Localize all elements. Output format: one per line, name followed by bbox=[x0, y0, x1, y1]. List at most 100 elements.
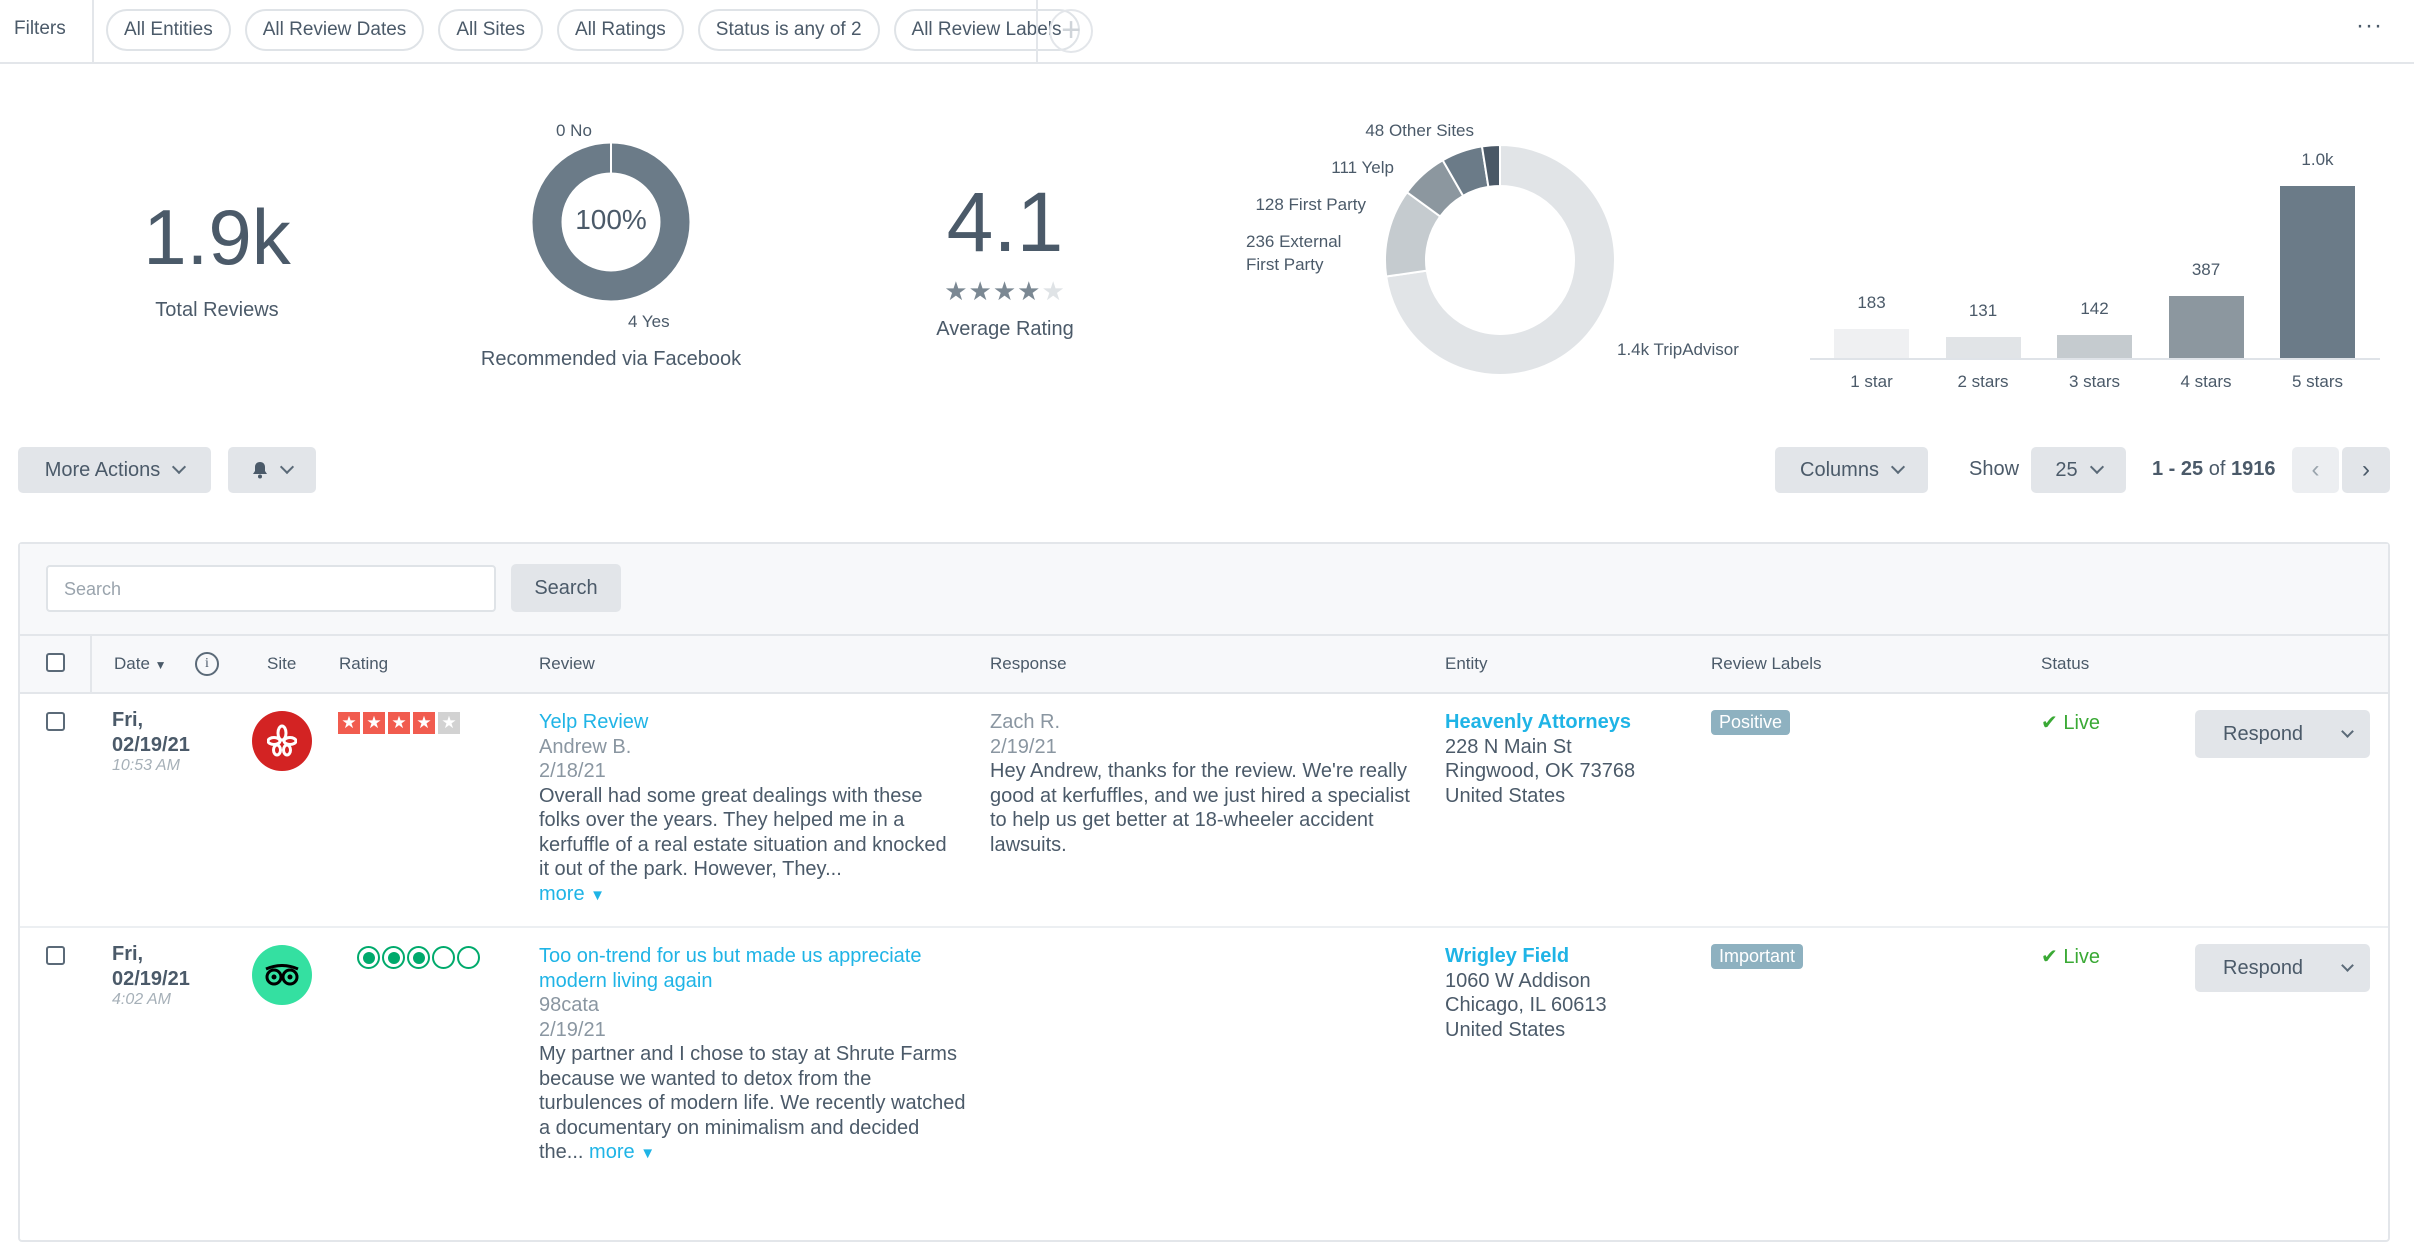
respond-label: Respond bbox=[2223, 722, 2304, 745]
caret-down-icon: ▼ bbox=[590, 886, 605, 904]
average-rating-value: 4.1 bbox=[946, 175, 1064, 269]
bubble-filled-icon bbox=[382, 946, 405, 969]
bar-value-label: 1.0k bbox=[2301, 150, 2334, 169]
filter-entities[interactable]: All Entities bbox=[106, 9, 231, 51]
row-checkbox[interactable] bbox=[46, 712, 65, 731]
table-row: Fri, 02/19/21 10:53 AM ★ ★ ★ ★ ★ Yelp Review … bbox=[20, 694, 2388, 928]
search-button[interactable]: Search bbox=[511, 564, 621, 612]
filter-sites[interactable]: All Sites bbox=[438, 9, 543, 51]
star-empty-icon: ★ bbox=[1041, 276, 1066, 306]
prev-page-button[interactable]: ‹ bbox=[2292, 447, 2339, 493]
more-options-icon[interactable]: ··· bbox=[2356, 12, 2383, 40]
address-line: 1060 W Addison bbox=[1445, 969, 1591, 992]
more-link[interactable]: more ▼ bbox=[589, 1141, 655, 1163]
review-title-link[interactable]: Yelp Review bbox=[539, 710, 959, 735]
more-link[interactable]: more ▼ bbox=[539, 882, 959, 909]
bubble-filled-icon bbox=[407, 946, 430, 969]
show-label: Show bbox=[1969, 458, 2020, 480]
add-filter-button[interactable]: + bbox=[1049, 9, 1093, 53]
page-size-select[interactable]: 25 bbox=[2031, 447, 2126, 493]
search-input[interactable]: Search bbox=[46, 565, 496, 612]
fb-label: Recommended via Facebook bbox=[480, 348, 742, 370]
review-content: Too on-trend for us but made us apprecia… bbox=[539, 944, 969, 1167]
reviews-table: Search Search Date ▼ i Site Rating Revie… bbox=[18, 542, 2390, 1242]
site-label-other: 48 Other Sites bbox=[1365, 121, 1474, 140]
bar-category-label: 1 star bbox=[1850, 372, 1893, 391]
site-label-external: 236 External First Party bbox=[1246, 230, 1341, 276]
bar-value-label: 131 bbox=[1968, 301, 1998, 320]
notifications-button[interactable] bbox=[228, 447, 316, 493]
header-date-label: Date bbox=[114, 654, 150, 673]
select-all-checkbox[interactable] bbox=[46, 653, 65, 672]
respond-button[interactable]: Respond bbox=[2195, 944, 2370, 992]
info-icon[interactable]: i bbox=[195, 652, 219, 676]
site-label-external-line2: First Party bbox=[1246, 255, 1324, 274]
check-icon: ✔ bbox=[2041, 712, 2058, 734]
review-content: Yelp Review Andrew B. 2/18/21 Overall ha… bbox=[539, 710, 959, 908]
header-entity: Entity bbox=[1445, 654, 1488, 673]
filter-pills: All Entities All Review Dates All Sites … bbox=[106, 9, 1080, 51]
chevron-down-icon bbox=[2341, 958, 2354, 972]
divider bbox=[92, 0, 94, 62]
more-label: more bbox=[539, 882, 585, 905]
review-text: My partner and I chose to stay at Shrute… bbox=[539, 1042, 969, 1167]
bar-5-star bbox=[2280, 186, 2355, 358]
divider bbox=[90, 636, 92, 692]
bell-icon bbox=[253, 462, 267, 479]
chevron-down-icon bbox=[172, 459, 187, 475]
respond-button[interactable]: Respond bbox=[2195, 710, 2370, 758]
day: Fri, bbox=[112, 709, 144, 731]
responder: Zach R. bbox=[990, 711, 1061, 733]
bar-1-star bbox=[1834, 328, 1909, 358]
bar-category-label: 4 stars bbox=[2180, 372, 2232, 391]
star-empty-icon: ★ bbox=[438, 712, 460, 734]
respond-label: Respond bbox=[2223, 956, 2304, 979]
star-filled-icon: ★ bbox=[388, 712, 410, 734]
header-date[interactable]: Date ▼ bbox=[114, 654, 167, 674]
filter-review-dates[interactable]: All Review Dates bbox=[244, 9, 425, 51]
header-status: Status bbox=[2041, 654, 2090, 673]
bar-value-label: 183 bbox=[1857, 292, 1886, 312]
address-line: United States bbox=[1445, 1018, 1566, 1041]
divider bbox=[1036, 0, 1038, 62]
entity: Wrigley Field 1060 W Addison Chicago, IL… bbox=[1445, 944, 1607, 1042]
more-actions-label: More Actions bbox=[44, 458, 161, 481]
next-page-button[interactable]: › bbox=[2342, 447, 2390, 493]
star-distribution-chart: 183 1 star 131 2 stars 142 3 stars 387 4 stars 1… bbox=[1810, 130, 2380, 400]
header-review: Review bbox=[539, 654, 595, 673]
sort-down-icon: ▼ bbox=[154, 658, 167, 672]
owl-icon bbox=[265, 964, 299, 986]
review-label-badge[interactable]: Important bbox=[1711, 944, 1804, 969]
check-icon: ✔ bbox=[2041, 946, 2058, 968]
status-label: Live bbox=[2063, 712, 2101, 734]
fb-percent: 100% bbox=[575, 204, 647, 235]
entity: Heavenly Attorneys 228 N Main St Ringwoo… bbox=[1445, 710, 1635, 808]
bar-baseline bbox=[1810, 358, 2380, 360]
review-title-link[interactable]: Too on-trend for us but made us apprecia… bbox=[539, 944, 969, 993]
columns-button[interactable]: Columns bbox=[1775, 447, 1928, 493]
review-label-badge[interactable]: Positive bbox=[1711, 710, 1791, 735]
filter-status[interactable]: Status is any of 2 bbox=[697, 9, 880, 51]
date: 02/19/21 bbox=[112, 967, 190, 990]
response-date: 2/19/21 bbox=[990, 735, 1057, 758]
chevron-down-icon bbox=[2341, 724, 2354, 738]
filter-ratings[interactable]: All Ratings bbox=[556, 9, 684, 51]
filter-bar: Filters All Entities All Review Dates Al… bbox=[0, 0, 2414, 64]
tripadvisor-rating bbox=[357, 946, 480, 969]
day: Fri, bbox=[112, 943, 144, 965]
chevron-down-icon bbox=[1890, 459, 1906, 475]
header-rating: Rating bbox=[339, 654, 389, 673]
yelp-rating: ★ ★ ★ ★ ★ bbox=[338, 712, 460, 734]
status: ✔ Live bbox=[2041, 710, 2100, 735]
review-date-posted: 2/18/21 bbox=[539, 760, 606, 782]
entity-link[interactable]: Wrigley Field bbox=[1445, 944, 1607, 969]
more-actions-button[interactable]: More Actions bbox=[18, 447, 211, 493]
bar-category-label: 5 stars bbox=[2291, 372, 2344, 391]
chevron-right-icon: › bbox=[2362, 456, 2370, 483]
yelp-icon bbox=[252, 711, 312, 771]
chevron-down-icon bbox=[2089, 459, 2104, 475]
row-checkbox[interactable] bbox=[46, 946, 65, 965]
address-line: United States bbox=[1445, 784, 1566, 807]
header-review-labels: Review Labels bbox=[1711, 654, 1822, 673]
entity-link[interactable]: Heavenly Attorneys bbox=[1445, 710, 1635, 735]
